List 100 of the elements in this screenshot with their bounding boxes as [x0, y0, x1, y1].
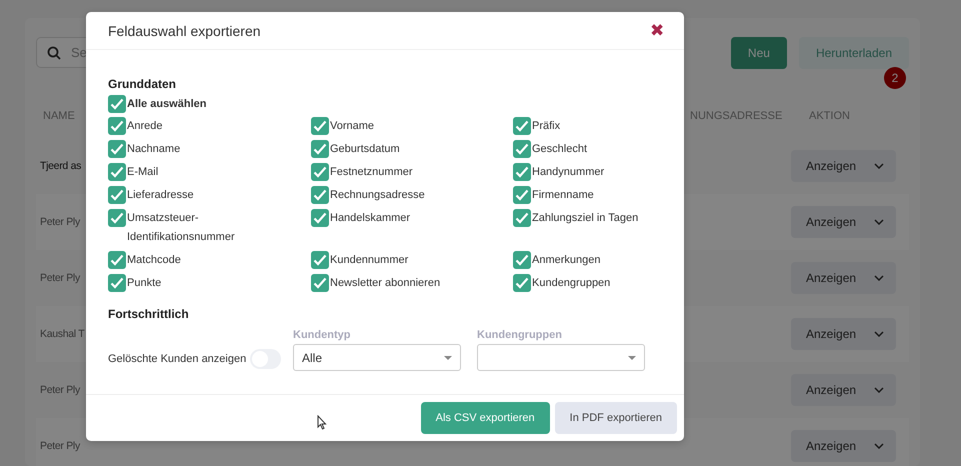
- check-icon: [110, 212, 124, 224]
- checkbox[interactable]: [108, 140, 126, 158]
- show-dropdown-button[interactable]: Anzeigen: [791, 262, 896, 294]
- checkbox-label: Handelskammer: [330, 211, 410, 226]
- section-heading: Grunddaten: [108, 77, 177, 91]
- checkbox[interactable]: [108, 209, 126, 227]
- chevron-down-icon: [874, 331, 884, 337]
- checkbox[interactable]: [311, 163, 329, 181]
- name-cell: Tjeerd as: [40, 160, 82, 172]
- checkbox-label: Rechnungsadresse: [330, 188, 425, 203]
- checkbox[interactable]: [513, 274, 531, 292]
- chevron-down-icon: [874, 387, 884, 393]
- checkbox[interactable]: [311, 140, 329, 158]
- check-icon: [313, 166, 327, 178]
- check-icon: [313, 143, 327, 155]
- select-label: Kundengruppen: [477, 329, 563, 341]
- search-icon: [47, 46, 61, 60]
- check-icon: [313, 254, 327, 266]
- pdf-export-button[interactable]: In PDF exportieren: [554, 402, 677, 434]
- check-icon: [515, 189, 529, 201]
- select-label: Kundentyp: [293, 329, 352, 341]
- check-icon: [515, 166, 529, 178]
- checkbox[interactable]: [513, 209, 531, 227]
- checkbox[interactable]: [513, 163, 531, 181]
- checkbox[interactable]: [311, 209, 329, 227]
- column-header: AKTION: [809, 110, 851, 122]
- check-icon: [110, 189, 124, 201]
- check-icon: [313, 277, 327, 289]
- check-icon: [110, 143, 124, 155]
- checkbox-label: E-Mail: [127, 165, 158, 180]
- caret-down-icon: [444, 356, 452, 360]
- name-cell: Peter Ply: [40, 384, 80, 396]
- toggle-label: Gelöschte Kunden anzeigen: [108, 352, 246, 364]
- check-icon: [515, 254, 529, 266]
- column-header: NAME: [43, 110, 76, 122]
- section-heading: Fortschrittlich: [108, 307, 190, 321]
- checkbox[interactable]: [513, 251, 531, 269]
- checkbox[interactable]: [513, 186, 531, 204]
- checkbox-label: Anmerkungen: [532, 253, 600, 268]
- select-field[interactable]: Alle: [293, 344, 461, 371]
- checkbox-label: Punkte: [127, 276, 162, 291]
- check-icon: [110, 120, 124, 132]
- checkbox[interactable]: [311, 117, 329, 135]
- download-button[interactable]: Herunterladen: [798, 37, 909, 69]
- checkbox[interactable]: [108, 274, 126, 292]
- checkbox-label: Vorname: [330, 119, 374, 134]
- checkbox-label: Alle auswählen: [127, 97, 206, 112]
- show-dropdown-button[interactable]: Anzeigen: [791, 318, 896, 350]
- check-icon: [110, 254, 124, 266]
- checkbox[interactable]: [108, 117, 126, 135]
- checkbox[interactable]: [311, 251, 329, 269]
- checkbox[interactable]: [311, 186, 329, 204]
- checkbox-label: Newsletter abonnieren: [330, 276, 440, 291]
- checkbox-label: Kundengruppen: [532, 276, 610, 291]
- checkbox[interactable]: [108, 163, 126, 181]
- csv-export-button[interactable]: Als CSV exportieren: [420, 402, 550, 434]
- checkbox-label: Geburtsdatum: [330, 142, 400, 157]
- name-cell: Kaushal T: [40, 328, 84, 340]
- dialog-title: Feldauswahl exportieren: [108, 22, 261, 38]
- chevron-down-icon: [874, 275, 884, 281]
- checkbox-label: Nachname: [127, 142, 180, 157]
- checkbox[interactable]: [513, 117, 531, 135]
- check-icon: [515, 120, 529, 132]
- check-icon: [110, 166, 124, 178]
- close-button[interactable]: ✖: [650, 22, 664, 39]
- checkbox-label: Lieferadresse: [127, 188, 194, 203]
- checkbox-label: Festnetznummer: [330, 165, 413, 180]
- checkbox[interactable]: [108, 251, 126, 269]
- checkbox[interactable]: [108, 95, 126, 113]
- check-icon: [515, 277, 529, 289]
- checkbox-label: Umsatzsteuer-Identifikationsnummer: [127, 211, 236, 245]
- checkbox-label: Handynummer: [532, 165, 604, 180]
- show-dropdown-button[interactable]: Anzeigen: [791, 430, 896, 462]
- check-icon: [313, 189, 327, 201]
- check-icon: [313, 212, 327, 224]
- checkbox[interactable]: [513, 140, 531, 158]
- caret-down-icon: [628, 356, 636, 360]
- checkbox-label: Zahlungsziel in Tagen: [532, 211, 638, 226]
- mouse-cursor-icon: [317, 415, 327, 430]
- checkbox-label: Geschlecht: [532, 142, 588, 157]
- checkbox-label: Firmenname: [532, 188, 594, 203]
- check-icon: [110, 98, 124, 110]
- checkbox-label: Präfix: [532, 119, 560, 134]
- show-dropdown-button[interactable]: Anzeigen: [791, 150, 896, 182]
- checkbox-label: Kundennummer: [330, 253, 408, 268]
- checkbox[interactable]: [108, 186, 126, 204]
- check-icon: [110, 277, 124, 289]
- count-badge: 2: [884, 67, 906, 89]
- name-cell: Peter Ply: [40, 440, 80, 452]
- show-dropdown-button[interactable]: Anzeigen: [791, 206, 896, 238]
- select-field[interactable]: [477, 344, 645, 371]
- name-cell: Peter Ply: [40, 216, 80, 228]
- chevron-down-icon: [874, 219, 884, 225]
- new-button[interactable]: Neu: [730, 37, 787, 69]
- check-icon: [313, 120, 327, 132]
- name-cell: Peter Ply: [40, 272, 80, 284]
- checkbox-label: Anrede: [127, 119, 162, 134]
- check-icon: [515, 212, 529, 224]
- show-dropdown-button[interactable]: Anzeigen: [791, 374, 896, 406]
- checkbox[interactable]: [311, 274, 329, 292]
